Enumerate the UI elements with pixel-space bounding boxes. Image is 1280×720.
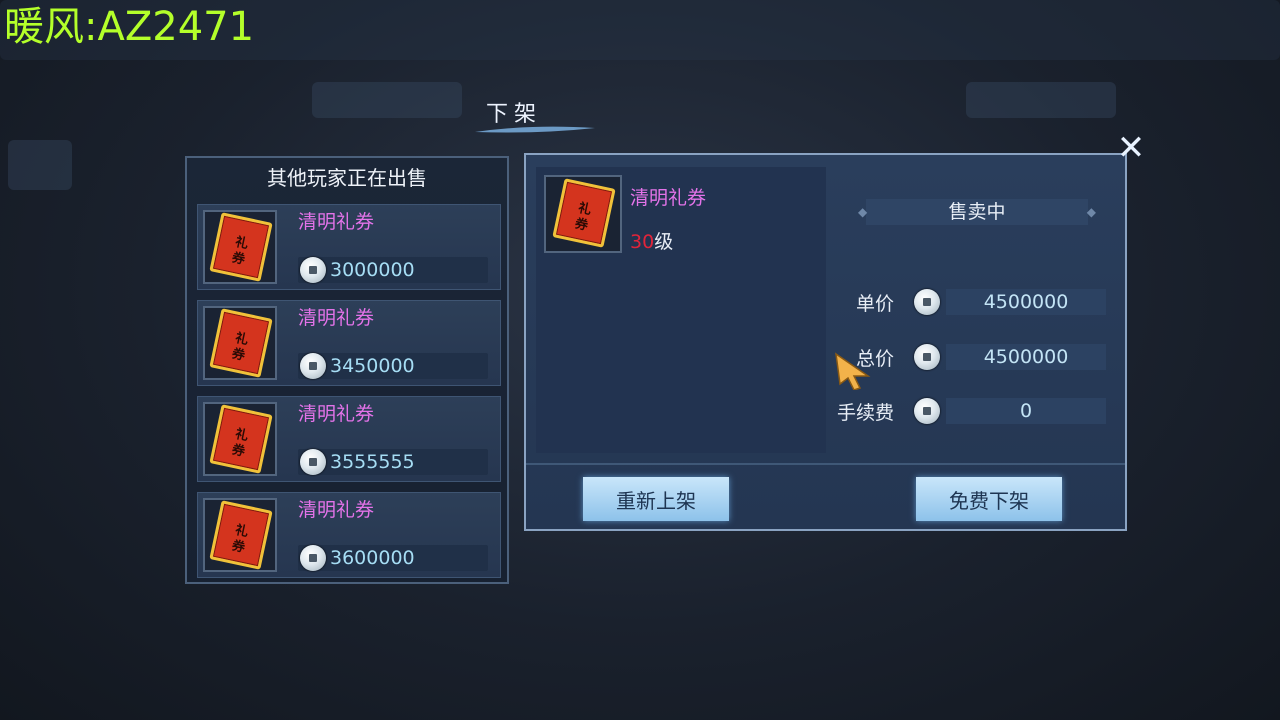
selected-item-area: 礼 券 清明礼券 30级 xyxy=(536,167,826,453)
listing-price: 3000000 xyxy=(330,259,415,281)
delist-panel: 礼 券 清明礼券 30级 售卖中 单价 4500000 总价 4500000 手… xyxy=(524,153,1127,531)
listing-item[interactable]: 礼 券 清明礼券 3450000 xyxy=(197,300,501,386)
unit-price-label: 单价 xyxy=(855,293,894,315)
title-swoosh-decoration xyxy=(475,126,595,133)
unit-price-value: 4500000 xyxy=(946,289,1106,315)
listing-price: 3555555 xyxy=(330,451,415,473)
listing-item-name: 清明礼券 xyxy=(298,307,375,329)
listing-item-name: 清明礼券 xyxy=(298,499,375,521)
coin-icon xyxy=(300,257,326,283)
level-suffix: 级 xyxy=(654,231,674,253)
watermark-text: 暖风:AZ2471 xyxy=(4,4,255,50)
item-slot: 礼 券 xyxy=(203,498,277,572)
cursor-arrow-icon xyxy=(835,352,871,390)
selected-item-name: 清明礼券 xyxy=(630,187,707,209)
coupon-icon: 礼 券 xyxy=(209,404,273,474)
background-tab-left xyxy=(312,82,462,118)
coin-icon xyxy=(300,545,326,571)
listing-item-name: 清明礼券 xyxy=(298,211,375,233)
coin-icon xyxy=(914,289,940,315)
item-slot: 礼 券 xyxy=(203,210,277,284)
background-tab-right xyxy=(966,82,1116,118)
listing-item-name: 清明礼券 xyxy=(298,403,375,425)
relist-button[interactable]: 重新上架 xyxy=(583,477,729,521)
coin-icon xyxy=(300,449,326,475)
coupon-icon: 礼 券 xyxy=(552,178,616,248)
selected-item-level: 30级 xyxy=(630,227,673,254)
other-players-panel: 其他玩家正在出售 礼 券 清明礼券 3000000 礼 券 清明礼券 34500… xyxy=(185,156,509,584)
coupon-icon: 礼 券 xyxy=(209,212,273,282)
listing-item[interactable]: 礼 券 清明礼券 3600000 xyxy=(197,492,501,578)
status-badge: 售卖中 xyxy=(858,199,1096,225)
fee-value: 0 xyxy=(946,398,1106,424)
background-side-block xyxy=(8,140,72,190)
listing-price: 3600000 xyxy=(330,547,415,569)
listing-item[interactable]: 礼 券 清明礼券 3000000 xyxy=(197,204,501,290)
level-number: 30 xyxy=(630,231,655,253)
listing-item[interactable]: 礼 券 清明礼券 3555555 xyxy=(197,396,501,482)
selected-item-slot[interactable]: 礼 券 xyxy=(544,175,622,253)
other-players-header: 其他玩家正在出售 xyxy=(267,166,427,190)
listing-price: 3450000 xyxy=(330,355,415,377)
coupon-icon: 礼 券 xyxy=(209,308,273,378)
coupon-icon: 礼 券 xyxy=(209,500,273,570)
item-slot: 礼 券 xyxy=(203,306,277,380)
total-price-value: 4500000 xyxy=(946,344,1106,370)
coin-icon xyxy=(300,353,326,379)
item-slot: 礼 券 xyxy=(203,402,277,476)
panel-divider xyxy=(526,463,1125,465)
coin-icon xyxy=(914,398,940,424)
close-icon[interactable]: ✕ xyxy=(1115,131,1147,165)
delist-button[interactable]: 免费下架 xyxy=(916,477,1062,521)
fee-label: 手续费 xyxy=(836,402,894,424)
coin-icon xyxy=(914,344,940,370)
